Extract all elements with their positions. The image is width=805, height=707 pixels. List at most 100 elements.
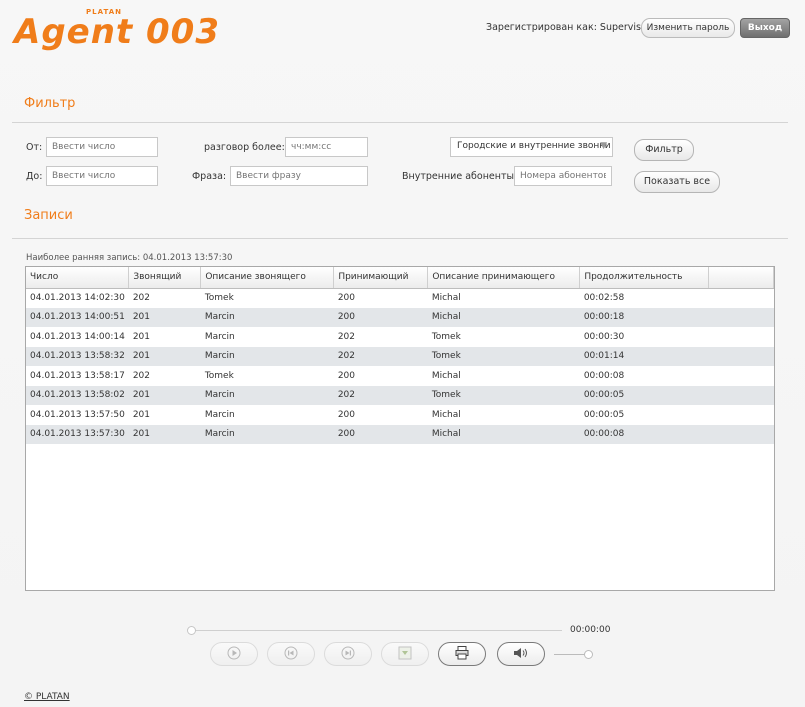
table-row[interactable]: 04.01.2013 13:57:30 201 Marcin 200 Michal 00:…: [26, 424, 774, 444]
cell-duration: 00:00:08: [579, 424, 709, 444]
column-header-receiver-description[interactable]: Описание принимающего: [427, 267, 581, 289]
filter-button[interactable]: Фильтр: [634, 139, 694, 161]
cell-duration: 00:01:14: [579, 346, 709, 366]
playback-progress-handle[interactable]: [187, 626, 196, 635]
cell-date: 04.01.2013 13:58:32: [26, 346, 129, 366]
cell-duration: 00:02:58: [583, 293, 625, 303]
cell-date: 04.01.2013 13:57:30: [26, 424, 129, 444]
cell-caller-description: Marcin: [200, 424, 334, 444]
cell-extra: [708, 424, 774, 444]
play-button[interactable]: [210, 642, 258, 666]
cell-caller: 201: [128, 424, 201, 444]
call-type-select[interactable]: Городские и внутренние звонки ▼: [450, 137, 613, 157]
table-row[interactable]: 04.01.2013 14:00:51 201 Marcin 200 Michal 00:…: [26, 307, 774, 327]
download-button[interactable]: [381, 642, 429, 666]
cell-date: 04.01.2013 13:57:50: [30, 409, 125, 420]
cell-caller-description: Marcin: [200, 385, 334, 405]
phrase-input[interactable]: [230, 166, 368, 186]
to-date-input[interactable]: [46, 166, 158, 186]
cell-caller-description: Tomek: [204, 370, 234, 381]
cell-receiver-description: Michal: [427, 424, 580, 444]
cell-extra: [709, 405, 774, 425]
play-icon: [227, 646, 241, 663]
from-date-input[interactable]: [46, 137, 158, 157]
cell-date: 04.01.2013 14:02:30: [30, 293, 125, 303]
cell-duration: 00:00:18: [579, 307, 709, 327]
cell-date: 04.01.2013 13:58:17: [30, 370, 125, 381]
table-row[interactable]: 04.01.2013 13:58:17 202 Tomek 200 Michal 00:0…: [26, 366, 774, 386]
cell-caller: 202: [132, 370, 150, 381]
internal-subscribers-input[interactable]: [514, 166, 612, 186]
print-icon: [454, 645, 470, 664]
volume-icon: [512, 646, 530, 663]
cell-receiver-description: Michal: [431, 293, 461, 303]
download-icon: [397, 645, 413, 664]
cell-caller: 201: [132, 409, 150, 420]
cell-duration: 00:00:05: [583, 409, 625, 420]
cell-caller-description: Marcin: [204, 331, 235, 342]
cell-duration: 00:00:30: [583, 331, 625, 342]
divider: [12, 122, 788, 123]
volume-slider-handle[interactable]: [584, 650, 593, 659]
cell-date: 04.01.2013 14:00:14: [30, 331, 125, 342]
table-row[interactable]: 04.01.2013 13:58:02 201 Marcin 202 Tomek 00:0…: [26, 385, 774, 405]
cell-receiver: 202: [333, 385, 428, 405]
cell-receiver: 202: [337, 331, 355, 342]
cell-receiver-description: Tomek: [427, 385, 580, 405]
filter-title: Фильтр: [24, 96, 76, 111]
records-table: Число Звонящий Описание звонящего Приним…: [25, 266, 775, 591]
cell-caller: 201: [128, 307, 201, 327]
column-header-date[interactable]: Число: [26, 267, 130, 289]
from-label: От:: [26, 142, 43, 153]
earliest-record-label: Наиболее ранняя запись: 04.01.2013 13:57…: [26, 253, 233, 263]
duration-label: разговор более:: [204, 142, 285, 153]
column-header-receiver[interactable]: Принимающий: [333, 267, 429, 289]
show-all-button[interactable]: Показать все: [634, 171, 720, 193]
chevron-down-icon: ▼: [600, 141, 607, 151]
logout-button[interactable]: Выход: [740, 18, 790, 38]
column-header-caller[interactable]: Звонящий: [128, 267, 202, 289]
cell-caller-description: Tomek: [204, 293, 234, 303]
cell-duration: 00:00:08: [583, 370, 625, 381]
rewind-icon: [284, 646, 298, 663]
cell-caller: 202: [132, 293, 150, 303]
cell-extra: [708, 346, 774, 366]
cell-caller: 201: [128, 385, 201, 405]
table-header-row: Число Звонящий Описание звонящего Приним…: [26, 267, 774, 289]
duration-input[interactable]: [285, 137, 368, 157]
rewind-button[interactable]: [267, 642, 315, 666]
column-header-caller-description[interactable]: Описание звонящего: [200, 267, 335, 289]
cell-receiver: 200: [337, 409, 355, 420]
cell-extra: [708, 385, 774, 405]
volume-button[interactable]: [497, 642, 545, 666]
change-password-button[interactable]: Изменить пароль: [641, 18, 735, 38]
cell-caller-description: Marcin: [200, 346, 334, 366]
table-row[interactable]: 04.01.2013 14:00:14 201 Marcin 202 Tomek 00:0…: [26, 327, 774, 347]
cell-receiver-description: Tomek: [427, 346, 580, 366]
cell-receiver: 202: [333, 346, 428, 366]
playback-progress-track[interactable]: [192, 630, 562, 631]
cell-caller: 201: [128, 346, 201, 366]
logged-in-label: Зарегистрирован как: Supervisor: [486, 22, 651, 33]
call-type-selected-value: Городские и внутренние звонки: [457, 141, 611, 151]
platan-copyright-link[interactable]: © PLATAN: [24, 692, 70, 702]
cell-extra: [709, 366, 774, 386]
cell-duration: 00:00:05: [579, 385, 709, 405]
cell-receiver: 200: [333, 424, 428, 444]
phrase-label: Фраза:: [192, 171, 227, 182]
print-button[interactable]: [438, 642, 486, 666]
column-header-duration[interactable]: Продолжительность: [579, 267, 710, 289]
table-row[interactable]: 04.01.2013 14:02:30 202 Tomek 200 Michal 00:0…: [26, 288, 774, 308]
forward-button[interactable]: [324, 642, 372, 666]
cell-receiver: 200: [333, 307, 428, 327]
table-row[interactable]: 04.01.2013 13:57:50 201 Marcin 200 Michal 00:…: [26, 405, 774, 425]
page: PLATAN Agent 003 Зарегистрирован как: Su…: [0, 0, 805, 707]
cell-receiver: 200: [337, 293, 355, 303]
cell-date: 04.01.2013 13:58:02: [26, 385, 129, 405]
volume-slider-track[interactable]: [554, 654, 586, 655]
cell-caller: 201: [132, 331, 150, 342]
table-row[interactable]: 04.01.2013 13:58:32 201 Marcin 202 Tomek 00:0…: [26, 346, 774, 366]
cell-extra: [709, 288, 774, 308]
cell-caller-description: Marcin: [204, 409, 235, 420]
playback-time: 00:00:00: [570, 625, 611, 635]
